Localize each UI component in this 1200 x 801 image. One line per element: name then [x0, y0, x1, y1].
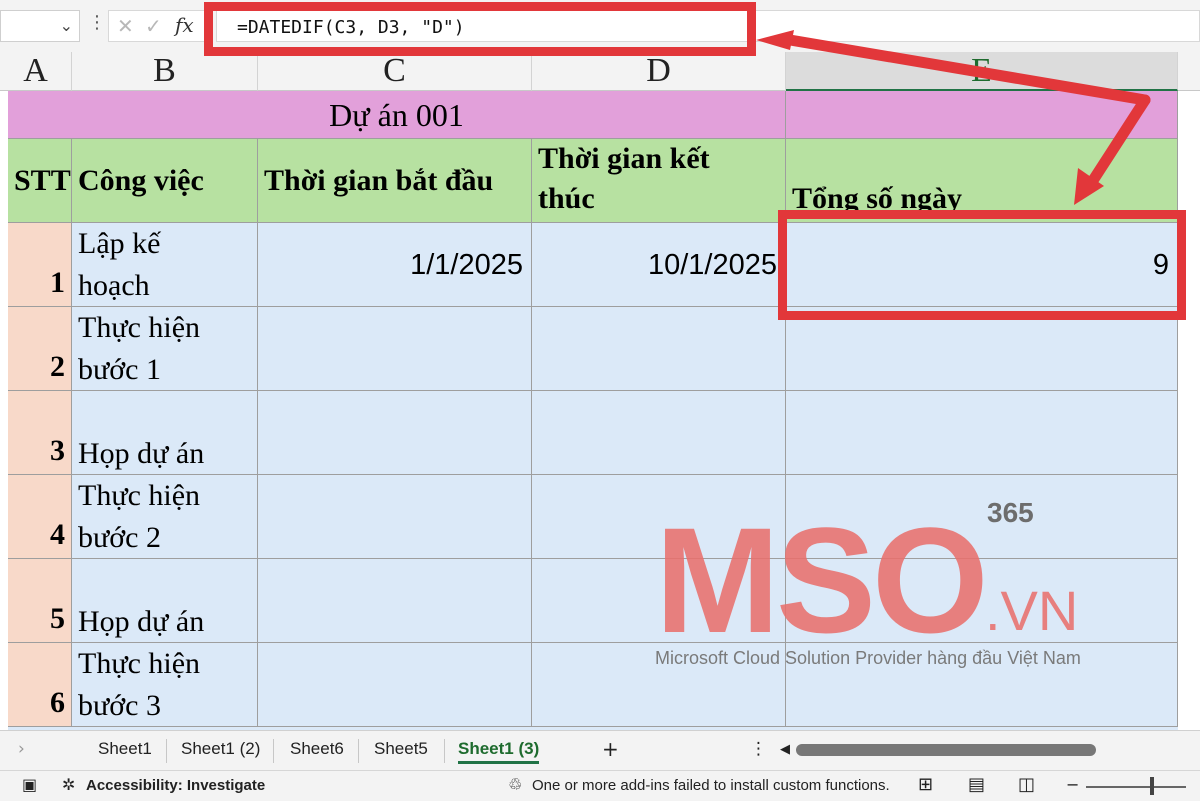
- macro-record-icon[interactable]: ▣: [22, 775, 37, 794]
- annotation-arrow-icon: [756, 30, 1151, 205]
- zoom-out-icon[interactable]: −: [1066, 775, 1079, 794]
- page-break-icon[interactable]: ◫: [1018, 774, 1035, 795]
- status-bar: ▣ ✲ Accessibility: Investigate ♲ One or …: [0, 770, 1200, 801]
- tab-sheet1-3[interactable]: Sheet1 (3): [458, 739, 540, 764]
- accessibility-status[interactable]: Accessibility: Investigate: [86, 777, 265, 794]
- more-tabs-icon[interactable]: ⋮: [750, 739, 767, 759]
- addin-warning-icon: ♲: [508, 775, 523, 794]
- tab-sheet1[interactable]: Sheet1: [98, 739, 152, 759]
- watermark-logo-text: MSO: [655, 500, 985, 664]
- watermark-tagline: Microsoft Cloud Solution Provider hàng đ…: [655, 648, 1081, 668]
- tab-divider: [358, 739, 359, 763]
- scroll-left-icon[interactable]: ◀: [780, 742, 790, 757]
- tab-divider: [444, 739, 445, 763]
- watermark-number: 365: [987, 500, 1034, 528]
- tab-divider: [273, 739, 274, 763]
- tab-sheet6[interactable]: Sheet6: [290, 739, 344, 759]
- sheet-tabs-bar: › Sheet1 Sheet1 (2) Sheet6 Sheet5 Sheet1…: [0, 730, 1200, 771]
- page-layout-icon[interactable]: ▤: [968, 774, 985, 795]
- tab-divider: [166, 739, 167, 763]
- zoom-slider[interactable]: [1086, 786, 1186, 788]
- zoom-slider-thumb[interactable]: [1150, 777, 1154, 795]
- chevron-right-icon[interactable]: ›: [18, 739, 25, 759]
- horizontal-scrollbar[interactable]: [796, 744, 1096, 756]
- addin-message[interactable]: One or more add-ins failed to install cu…: [532, 777, 890, 794]
- watermark-suffix: .VN: [985, 579, 1078, 642]
- normal-view-icon[interactable]: ⊞: [918, 774, 933, 795]
- add-sheet-icon[interactable]: +: [602, 737, 619, 761]
- accessibility-icon: ✲: [62, 775, 76, 794]
- tab-sheet5[interactable]: Sheet5: [374, 739, 428, 759]
- tab-sheet1-2[interactable]: Sheet1 (2): [181, 739, 260, 759]
